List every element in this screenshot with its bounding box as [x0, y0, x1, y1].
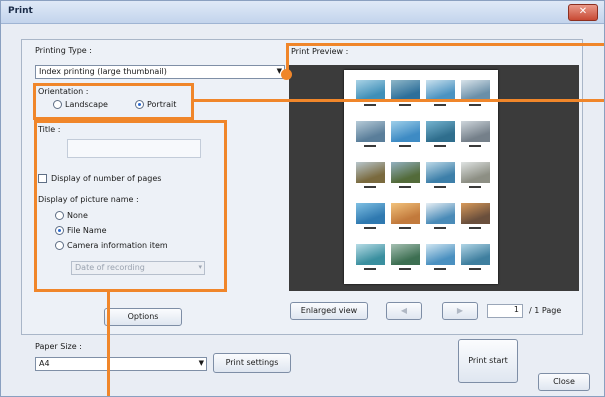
preview-thumbnail	[356, 121, 385, 142]
preview-thumbnail	[461, 121, 490, 142]
thumbnail-caption	[364, 227, 376, 229]
printing-type-value: Index printing (large thumbnail)	[39, 67, 167, 76]
thumbnail-caption	[399, 227, 411, 229]
print-preview-label: Print Preview :	[291, 47, 349, 56]
preview-thumbnail	[391, 162, 420, 183]
thumbnail-caption	[364, 268, 376, 270]
thumbnail-caption	[399, 104, 411, 106]
thumbnail-caption	[434, 186, 446, 188]
options-button[interactable]: Options	[104, 308, 182, 326]
thumbnail-caption	[434, 268, 446, 270]
paper-size-label: Paper Size :	[35, 342, 82, 351]
preview-callout-line	[286, 43, 604, 46]
thumbnail-caption	[469, 268, 481, 270]
picture-options-highlight	[34, 120, 227, 292]
preview-thumbnail	[356, 80, 385, 101]
preview-thumbnail	[461, 162, 490, 183]
preview-thumbnail	[461, 203, 490, 224]
close-button[interactable]: Close	[538, 373, 590, 391]
preview-thumbnail	[426, 244, 455, 265]
thumbnail-caption	[399, 145, 411, 147]
preview-thumbnail	[356, 203, 385, 224]
thumbnail-caption	[364, 186, 376, 188]
thumbnail-caption	[364, 145, 376, 147]
close-window-icon[interactable]: ✕	[568, 4, 598, 21]
preview-thumbnail	[461, 80, 490, 101]
thumbnail-caption	[434, 227, 446, 229]
enlarged-view-button[interactable]: Enlarged view	[290, 302, 368, 320]
printing-type-select[interactable]: Index printing (large thumbnail) ▼	[35, 65, 285, 79]
preview-thumbnail	[391, 121, 420, 142]
preview-thumbnail	[426, 121, 455, 142]
preview-thumbnail	[426, 203, 455, 224]
thumbnail-caption	[364, 104, 376, 106]
preview-thumbnail	[356, 162, 385, 183]
options-callout-line	[107, 292, 110, 396]
paper-size-select[interactable]: A4 ▼	[35, 357, 207, 371]
printing-type-label: Printing Type :	[35, 46, 92, 55]
callout-dot	[281, 69, 292, 80]
next-page-button[interactable]: ▶	[442, 302, 478, 320]
title-bar: Print ✕	[1, 1, 604, 24]
preview-thumbnail	[391, 80, 420, 101]
thumbnail-caption	[469, 186, 481, 188]
preview-thumbnail	[391, 244, 420, 265]
chevron-down-icon: ▼	[198, 359, 204, 367]
preview-thumbnail	[426, 162, 455, 183]
prev-page-button[interactable]: ◀	[386, 302, 422, 320]
print-dialog: Print ✕ Printing Type : Index printing (…	[0, 0, 605, 397]
preview-thumbnail	[461, 244, 490, 265]
thumbnail-caption	[399, 186, 411, 188]
thumbnail-caption	[469, 145, 481, 147]
print-settings-button[interactable]: Print settings	[213, 353, 291, 373]
paper-size-value: A4	[39, 359, 50, 368]
page-number-input[interactable]: 1	[487, 304, 523, 318]
preview-thumbnail	[391, 203, 420, 224]
thumbnail-caption	[469, 104, 481, 106]
orientation-callout-line	[194, 99, 604, 102]
thumbnail-caption	[434, 104, 446, 106]
dialog-title: Print	[8, 6, 33, 16]
thumbnail-caption	[399, 268, 411, 270]
preview-thumbnail	[426, 80, 455, 101]
page-total-label: / 1 Page	[529, 306, 562, 315]
thumbnail-caption	[469, 227, 481, 229]
preview-thumbnail	[356, 244, 385, 265]
thumbnail-caption	[434, 145, 446, 147]
orientation-highlight	[33, 83, 194, 120]
print-start-button[interactable]: Print start	[458, 339, 518, 383]
preview-page	[344, 70, 498, 284]
